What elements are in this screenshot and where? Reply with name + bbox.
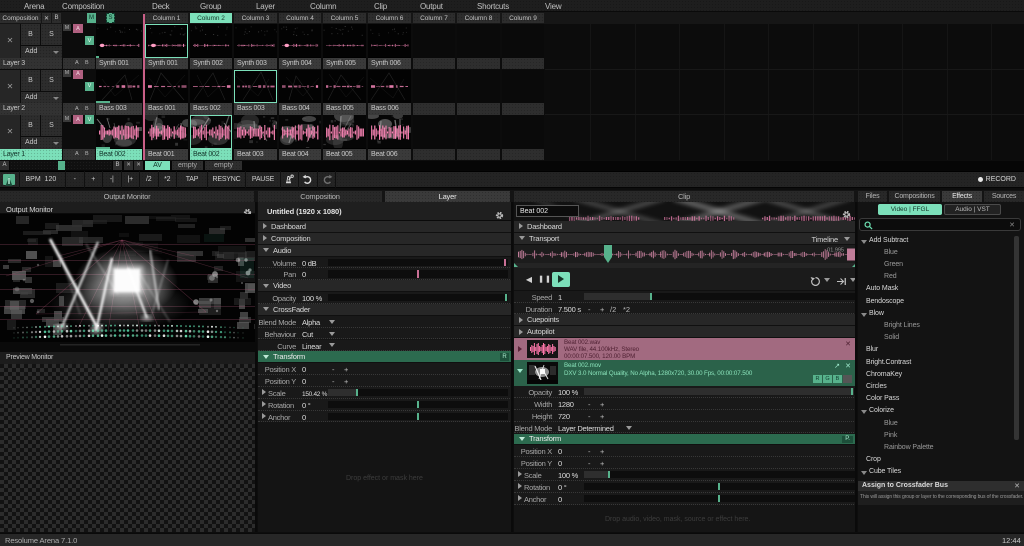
svg-text:01.995: 01.995 [827, 247, 844, 253]
